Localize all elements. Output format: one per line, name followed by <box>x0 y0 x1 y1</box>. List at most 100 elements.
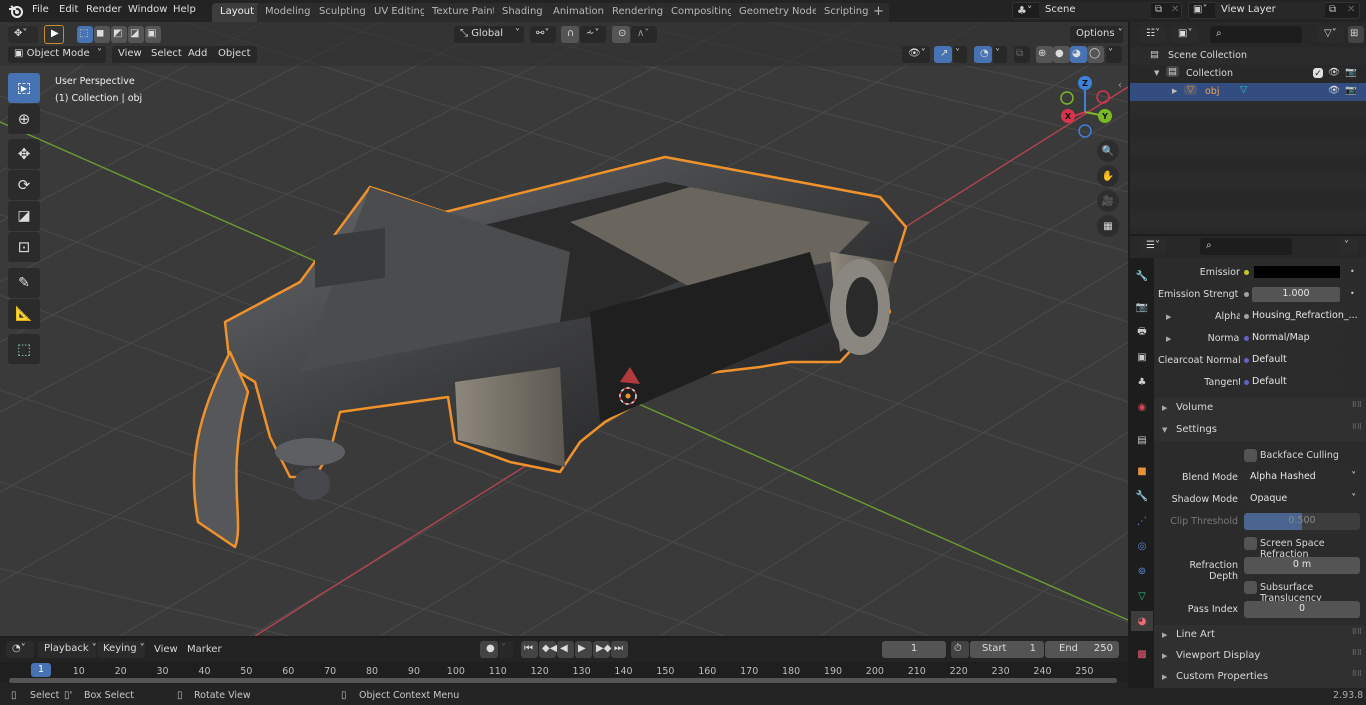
tab-texture-paint[interactable]: Texture Paint <box>424 3 505 22</box>
mesh-data-icon[interactable]: ▽ <box>1240 84 1247 95</box>
current-frame-field[interactable]: 1 <box>882 641 946 658</box>
tool-measure[interactable]: 📐 <box>8 299 40 329</box>
drag-grip-icon[interactable]: ⠿⠿ <box>1352 670 1362 678</box>
menu-object[interactable]: Object <box>212 46 257 63</box>
properties-search-input[interactable]: ⌕ <box>1200 238 1292 255</box>
outliner-search-input[interactable]: ⌕ <box>1210 26 1302 43</box>
tab-constraints[interactable]: ⊚ <box>1132 561 1152 581</box>
expand-triangle-icon[interactable]: ▼ <box>1154 69 1159 77</box>
next-keyframe-button[interactable]: ▶◆ <box>593 641 611 658</box>
keying-dropdown[interactable]: Keying ˅ <box>97 641 145 658</box>
alpha-link-field[interactable]: Housing_Refraction_... <box>1240 308 1358 325</box>
timeline-menu-marker[interactable]: Marker <box>187 644 222 655</box>
backface-culling-checkbox[interactable] <box>1244 449 1257 462</box>
clearcoat-normal-field[interactable]: Default <box>1240 352 1343 369</box>
tool-add-cube[interactable]: ⬚ <box>8 334 40 364</box>
tab-output[interactable]: 🖶 <box>1132 322 1152 342</box>
timeline-menu-view[interactable]: View <box>154 644 178 655</box>
overlays-toggle[interactable]: ◔ <box>974 46 992 63</box>
tab-tool[interactable]: 🔧 <box>1132 266 1152 286</box>
transform-orientation-dropdown[interactable]: ⤡ Global ˅ <box>454 26 524 43</box>
menu-edit[interactable]: Edit <box>59 4 78 15</box>
drag-grip-icon[interactable]: ⠿⠿ <box>1352 401 1362 409</box>
zoom-button[interactable]: 🔍 <box>1097 140 1119 162</box>
shading-wireframe[interactable]: ⊕ <box>1036 46 1053 63</box>
menu-view[interactable]: View <box>112 46 148 63</box>
shading-solid[interactable]: ● <box>1053 46 1070 63</box>
outliner-display-mode[interactable]: ☷˅ <box>1140 26 1166 43</box>
proportional-falloff-dropdown[interactable]: ∧˅ <box>631 26 657 43</box>
screen-space-refraction-checkbox[interactable] <box>1244 537 1257 550</box>
tab-modeling[interactable]: Modeling <box>257 3 319 22</box>
refraction-depth-field[interactable]: 0 m <box>1244 557 1360 574</box>
play-reverse-button[interactable]: ◀ <box>557 641 574 658</box>
tab-view-layer[interactable]: ▣ <box>1132 347 1152 367</box>
xray-toggle[interactable]: ⧉ <box>1014 46 1030 63</box>
emission-color-field[interactable] <box>1240 264 1343 281</box>
exclude-checkbox[interactable]: ✓ <box>1313 68 1323 79</box>
tool-move[interactable]: ✥ <box>8 139 40 169</box>
jump-start-button[interactable]: ⏮ <box>521 641 538 658</box>
playback-dropdown[interactable]: Playback ˅ <box>38 641 97 658</box>
panel-line-art[interactable]: ▶ Line Art ⠿⠿ <box>1154 625 1366 646</box>
new-scene-icon[interactable]: ⧉ <box>1155 4 1162 15</box>
snap-target-dropdown[interactable]: ⩪˅ <box>580 26 606 43</box>
select-mode-invert[interactable]: ◪ <box>128 26 144 43</box>
menu-render[interactable]: Render <box>86 4 122 15</box>
viewport-scene[interactable] <box>0 22 1128 636</box>
blend-mode-dropdown[interactable]: Alpha Hashed ˅ <box>1244 469 1360 486</box>
keyframe-dot-icon[interactable]: • <box>1350 267 1355 276</box>
menu-file[interactable]: File <box>32 4 49 15</box>
eye-icon[interactable]: 👁 <box>1328 85 1340 96</box>
ortho-toggle-button[interactable]: ▦ <box>1097 215 1119 237</box>
new-view-layer-icon[interactable]: ⧉ <box>1329 4 1336 15</box>
use-preview-range-toggle[interactable]: ⏱ <box>951 641 969 658</box>
tab-texture[interactable]: ▩ <box>1132 644 1152 664</box>
tool-select-button[interactable]: ▶ <box>44 25 64 44</box>
tab-modifiers[interactable]: 🔧 <box>1132 486 1152 506</box>
visibility-dropdown[interactable]: 👁˅ <box>902 46 930 63</box>
shading-material-preview[interactable]: ◕ <box>1070 46 1087 63</box>
tab-collection[interactable]: ▤ <box>1132 430 1152 450</box>
start-frame-field[interactable]: Start 1 <box>970 641 1044 658</box>
outliner-row-obj[interactable]: ▶ ▽ obj ▽ 👁 📷 <box>1130 83 1366 101</box>
emission-strength-field[interactable]: 1.000 <box>1240 286 1343 303</box>
render-camera-icon[interactable]: 📷 <box>1345 85 1357 96</box>
properties-editor-type[interactable]: ☰˅ <box>1140 238 1166 255</box>
subsurface-translucency-checkbox[interactable] <box>1244 581 1257 594</box>
tab-shading[interactable]: Shading <box>494 3 551 22</box>
tab-sculpting[interactable]: Sculpting <box>311 3 374 22</box>
delete-scene-icon[interactable]: ✕ <box>1171 4 1179 15</box>
tab-render[interactable]: 📷 <box>1132 297 1152 317</box>
jump-end-button[interactable]: ⏭ <box>611 641 628 658</box>
expand-triangle-icon[interactable]: ▶ <box>1172 87 1177 95</box>
menu-window[interactable]: Window <box>128 4 167 15</box>
auto-keying-dropdown[interactable]: ˅ <box>499 641 513 658</box>
mode-dropdown[interactable]: ▣ Object Mode ˅ <box>8 46 106 63</box>
editor-type-button[interactable]: ✥˅ <box>8 26 38 43</box>
tab-data[interactable]: ▽ <box>1132 586 1152 606</box>
select-mode-new[interactable]: ⬚ <box>77 26 93 43</box>
playhead[interactable]: 1 <box>31 663 51 677</box>
auto-keying-toggle[interactable]: ● <box>480 641 498 658</box>
render-camera-icon[interactable]: 📷 <box>1345 67 1357 78</box>
drag-grip-icon[interactable]: ⠿⠿ <box>1352 628 1362 636</box>
shading-dropdown[interactable]: ˅ <box>1106 46 1122 63</box>
select-mode-intersect[interactable]: ▣ <box>145 26 161 43</box>
gizmo-dropdown[interactable]: ˅ <box>953 46 967 63</box>
tool-rotate[interactable]: ⟳ <box>8 170 40 200</box>
panel-settings[interactable]: ▼ Settings ⠿⠿ <box>1154 420 1366 441</box>
overlays-dropdown[interactable]: ˅ <box>993 46 1007 63</box>
pass-index-field[interactable]: 0 <box>1244 601 1360 618</box>
outliner-row-scene-collection[interactable]: ▤ Scene Collection <box>1130 47 1366 65</box>
outliner-filter-view[interactable]: ▣˅ <box>1172 26 1198 43</box>
blender-logo-icon[interactable] <box>8 3 24 19</box>
scene-icon[interactable]: ♣˅ <box>1017 4 1032 17</box>
outliner-row-collection[interactable]: ▼ ▤ Collection ✓ 👁 📷 <box>1130 65 1366 83</box>
timeline-editor-type[interactable]: ◔˅ <box>6 641 34 658</box>
view-layer-icon[interactable]: ▣˅ <box>1193 4 1207 15</box>
tab-layout[interactable]: Layout <box>212 3 262 22</box>
clip-threshold-slider[interactable]: 0.500 <box>1244 513 1360 530</box>
pan-button[interactable]: ✋ <box>1097 165 1119 187</box>
tool-transform[interactable]: ⊡ <box>8 232 40 262</box>
